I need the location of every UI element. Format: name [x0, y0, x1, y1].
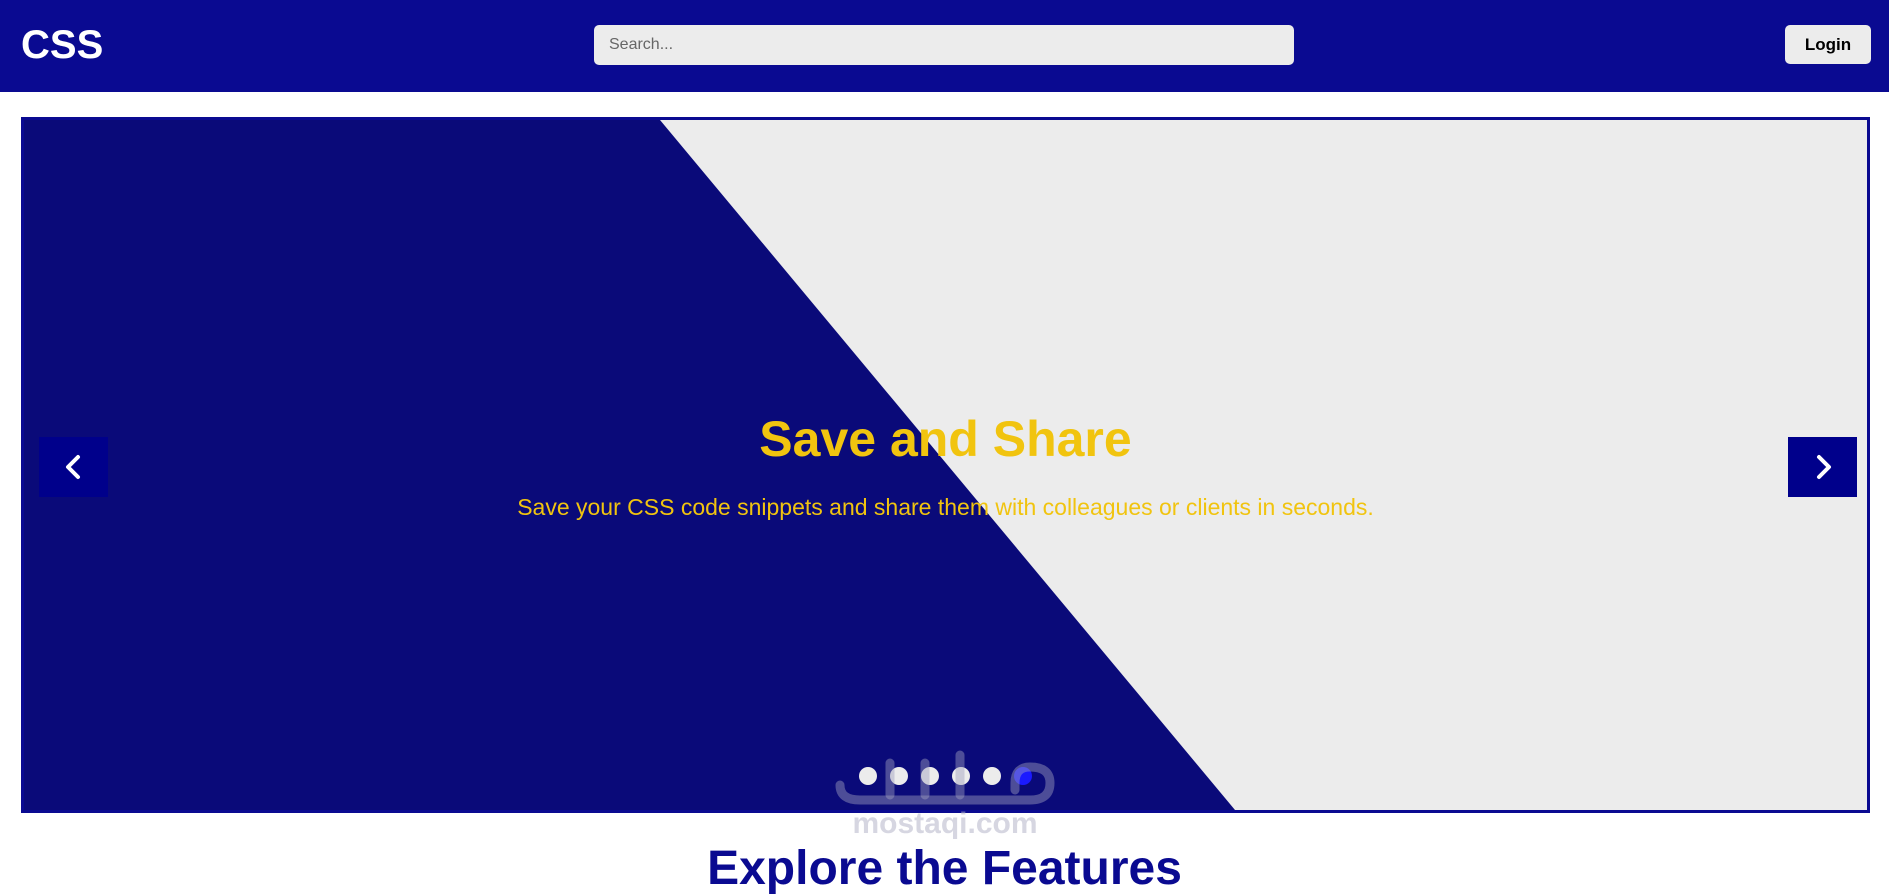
slide-title: Save and Share — [759, 411, 1132, 467]
next-slide-button[interactable] — [1788, 437, 1857, 497]
login-button[interactable]: Login — [1785, 25, 1871, 64]
section-title: Explore the Features — [707, 842, 1182, 895]
search-input[interactable] — [594, 25, 1294, 65]
chevron-left-icon — [65, 455, 80, 479]
hero-slider: Save and Share Save your CSS code snippe… — [21, 117, 1870, 813]
slide-description: Save your CSS code snippets and share th… — [517, 494, 1374, 520]
slider-dot-6[interactable] — [1014, 767, 1032, 785]
slider-dot-3[interactable] — [921, 767, 939, 785]
site-logo[interactable]: CSS — [21, 23, 103, 67]
slider-dots — [24, 767, 1867, 785]
slider-dot-2[interactable] — [890, 767, 908, 785]
slider-dot-4[interactable] — [952, 767, 970, 785]
top-navbar: CSS Login — [0, 0, 1889, 92]
previous-slide-button[interactable] — [39, 437, 108, 497]
slider-dot-5[interactable] — [983, 767, 1001, 785]
slider-dot-1[interactable] — [859, 767, 877, 785]
chevron-right-icon — [1816, 455, 1831, 479]
